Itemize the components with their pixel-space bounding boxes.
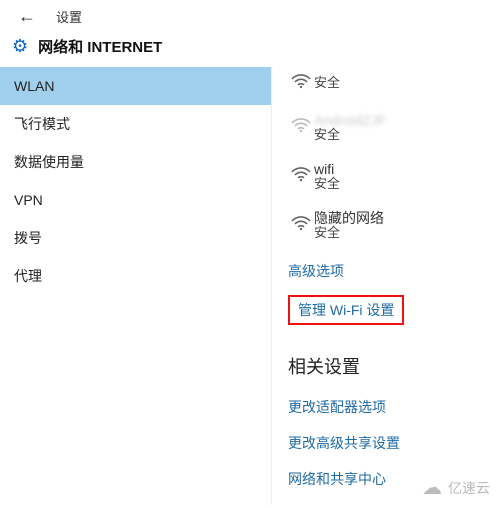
wifi-icon bbox=[288, 166, 314, 187]
sidebar: WLAN 飞行模式 数据使用量 VPN 拨号 代理 bbox=[0, 67, 272, 505]
wifi-ssid: 隐藏的网络 bbox=[314, 210, 384, 226]
sidebar-item-airplane[interactable]: 飞行模式 bbox=[0, 105, 271, 143]
wifi-icon bbox=[288, 215, 314, 236]
header-label: 设置 bbox=[56, 7, 82, 26]
content-columns: WLAN 飞行模式 数据使用量 VPN 拨号 代理 安全 AndroidZJF … bbox=[0, 67, 500, 505]
related-link-sharing[interactable]: 更改高级共享设置 bbox=[288, 425, 500, 461]
sidebar-item-wlan[interactable]: WLAN bbox=[0, 67, 271, 105]
wifi-status: 安全 bbox=[314, 76, 340, 91]
section-title: 网络和 INTERNET bbox=[38, 36, 162, 57]
wifi-network[interactable]: wifi 安全 bbox=[288, 155, 500, 198]
cloud-icon: ☁ bbox=[422, 478, 442, 498]
watermark: ☁ 亿速云 bbox=[422, 478, 490, 498]
related-settings-title: 相关设置 bbox=[288, 353, 500, 379]
related-link-homegroup[interactable]: 家庭组 bbox=[288, 497, 500, 505]
wifi-network[interactable]: 安全 bbox=[288, 67, 500, 100]
manage-wifi-link[interactable]: 管理 Wi-Fi 设置 bbox=[298, 302, 394, 318]
sidebar-item-data-usage[interactable]: 数据使用量 bbox=[0, 143, 271, 181]
wifi-network[interactable]: AndroidZJF 安全 bbox=[288, 106, 500, 149]
wifi-icon bbox=[288, 117, 314, 138]
wifi-icon bbox=[288, 73, 314, 94]
sidebar-item-dialup[interactable]: 拨号 bbox=[0, 219, 271, 257]
advanced-options-link[interactable]: 高级选项 bbox=[288, 253, 500, 289]
wifi-status: 安全 bbox=[314, 128, 386, 143]
header-bar: ← 设置 bbox=[0, 0, 500, 32]
main-panel: 安全 AndroidZJF 安全 wifi 安全 bbox=[272, 67, 500, 505]
wifi-ssid: AndroidZJF bbox=[314, 112, 386, 128]
section-title-row: ⚙ 网络和 INTERNET bbox=[0, 32, 500, 67]
wifi-network[interactable]: 隐藏的网络 安全 bbox=[288, 204, 500, 247]
gear-icon: ⚙ bbox=[12, 36, 28, 57]
wifi-status: 安全 bbox=[314, 226, 384, 241]
wifi-ssid: wifi bbox=[314, 161, 340, 177]
related-link-adapter[interactable]: 更改适配器选项 bbox=[288, 389, 500, 425]
sidebar-item-proxy[interactable]: 代理 bbox=[0, 257, 271, 295]
manage-wifi-highlight: 管理 Wi-Fi 设置 bbox=[288, 295, 404, 325]
wifi-status: 安全 bbox=[314, 177, 340, 192]
back-button[interactable]: ← bbox=[12, 6, 42, 27]
watermark-text: 亿速云 bbox=[448, 478, 490, 498]
sidebar-item-vpn[interactable]: VPN bbox=[0, 181, 271, 219]
